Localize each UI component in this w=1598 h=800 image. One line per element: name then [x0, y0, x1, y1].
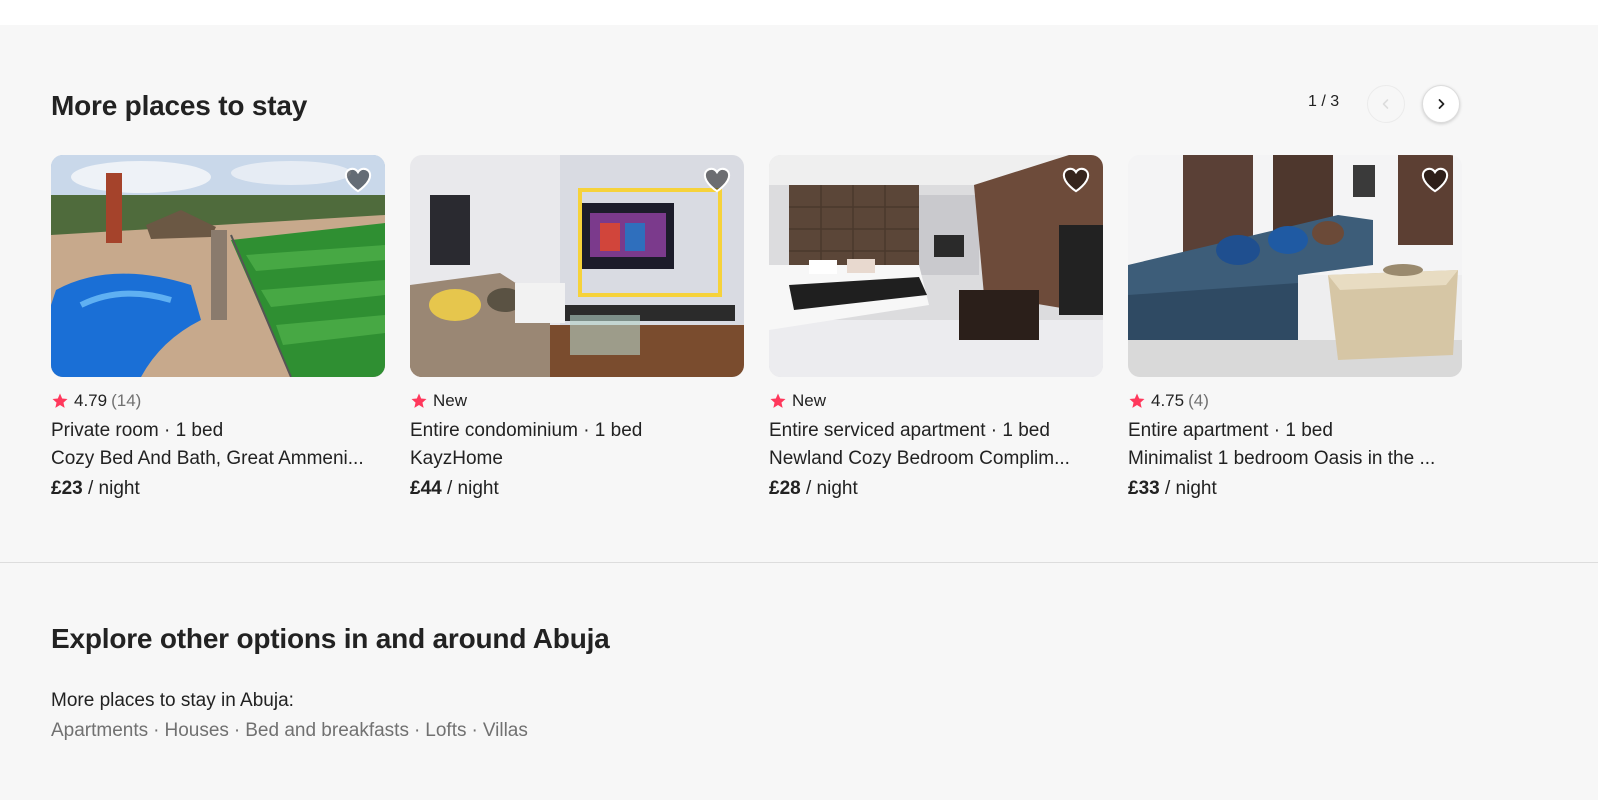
section-title: More places to stay: [51, 90, 308, 121]
explore-title: Explore other options in and around Abuj…: [51, 623, 610, 654]
price-unit: / night: [82, 478, 140, 499]
rating: New: [410, 391, 471, 411]
section-divider: [0, 562, 1598, 563]
listing-price: £44 / night: [410, 478, 499, 500]
rating-value: New: [792, 391, 827, 410]
link-separator: ·: [413, 720, 421, 741]
listing-price: £23 / night: [51, 478, 140, 500]
star-icon: [411, 393, 427, 408]
rating: 4.79 (14): [51, 391, 141, 411]
link-houses[interactable]: Houses: [164, 720, 228, 742]
pager-indicator: 1 / 3: [1308, 93, 1340, 110]
listing-name[interactable]: KayzHome: [410, 448, 744, 470]
listing-card[interactable]: 4.75 (4) Entire apartment · 1 bed Minima…: [1128, 155, 1462, 499]
rating: 4.75 (4): [1128, 391, 1209, 411]
heart-icon[interactable]: [702, 166, 732, 194]
listing-photo[interactable]: [51, 155, 385, 377]
listing-type: Private room · 1 bed: [51, 420, 224, 441]
previous-button[interactable]: [1367, 85, 1405, 123]
heart-icon[interactable]: [1420, 166, 1450, 194]
price-unit: / night: [441, 478, 499, 499]
star-icon: [1129, 393, 1145, 408]
price-amount: £23: [51, 478, 83, 499]
bedroom-photo: [769, 155, 1103, 377]
review-count: (14): [111, 391, 142, 410]
content-background: [0, 25, 1598, 800]
rating-value: New: [433, 391, 468, 410]
star-icon: [770, 393, 786, 408]
listing-price: £33 / night: [1128, 478, 1217, 500]
rating: New: [769, 391, 830, 411]
link-separator: ·: [153, 720, 160, 741]
chevron-right-icon: [1438, 99, 1445, 109]
listing-name[interactable]: Cozy Bed And Bath, Great Ammeni...: [51, 448, 385, 470]
price-unit: / night: [800, 478, 858, 499]
price-amount: £28: [769, 478, 801, 499]
explore-links: Apartments · Houses · Bed and breakfasts…: [51, 720, 528, 742]
listing-photo[interactable]: [769, 155, 1103, 377]
listing-name[interactable]: Minimalist 1 bedroom Oasis in the ...: [1128, 448, 1462, 470]
living-room-photo: [410, 155, 744, 377]
next-button[interactable]: [1422, 85, 1460, 123]
link-bed-and-breakfasts[interactable]: Bed and breakfasts: [245, 720, 409, 742]
listing-card[interactable]: New Entire serviced apartment · 1 bed Ne…: [769, 155, 1103, 499]
heart-icon[interactable]: [1061, 166, 1091, 194]
link-apartments[interactable]: Apartments: [51, 720, 148, 742]
review-count: (4): [1188, 391, 1209, 410]
listing-type: Entire apartment · 1 bed: [1128, 420, 1333, 441]
listing-type: Entire serviced apartment · 1 bed: [769, 420, 1050, 441]
rating-value: 4.79: [74, 391, 108, 410]
listing-photo[interactable]: [410, 155, 744, 377]
listing-type: Entire condominium · 1 bed: [410, 420, 643, 441]
price-amount: £44: [410, 478, 442, 499]
top-strip: [0, 0, 1598, 25]
link-lofts[interactable]: Lofts: [425, 720, 466, 742]
lounge-photo: [1128, 155, 1462, 377]
listing-card[interactable]: New Entire condominium · 1 bed KayzHome …: [410, 155, 744, 499]
heart-icon[interactable]: [343, 166, 373, 194]
chevron-left-icon: [1382, 99, 1389, 109]
price-unit: / night: [1159, 478, 1217, 499]
rating-value: 4.75: [1151, 391, 1185, 410]
listing-photo[interactable]: [1128, 155, 1462, 377]
price-amount: £33: [1128, 478, 1160, 499]
explore-subtitle: More places to stay in Abuja:: [51, 690, 294, 711]
listing-card[interactable]: 4.79 (14) Private room · 1 bed Cozy Bed …: [51, 155, 385, 499]
link-villas[interactable]: Villas: [483, 720, 528, 742]
pool-photo: [51, 155, 385, 377]
listing-name[interactable]: Newland Cozy Bedroom Complim...: [769, 448, 1103, 470]
link-separator: ·: [471, 720, 478, 741]
listing-price: £28 / night: [769, 478, 858, 500]
star-icon: [52, 393, 68, 408]
link-separator: ·: [233, 720, 241, 741]
